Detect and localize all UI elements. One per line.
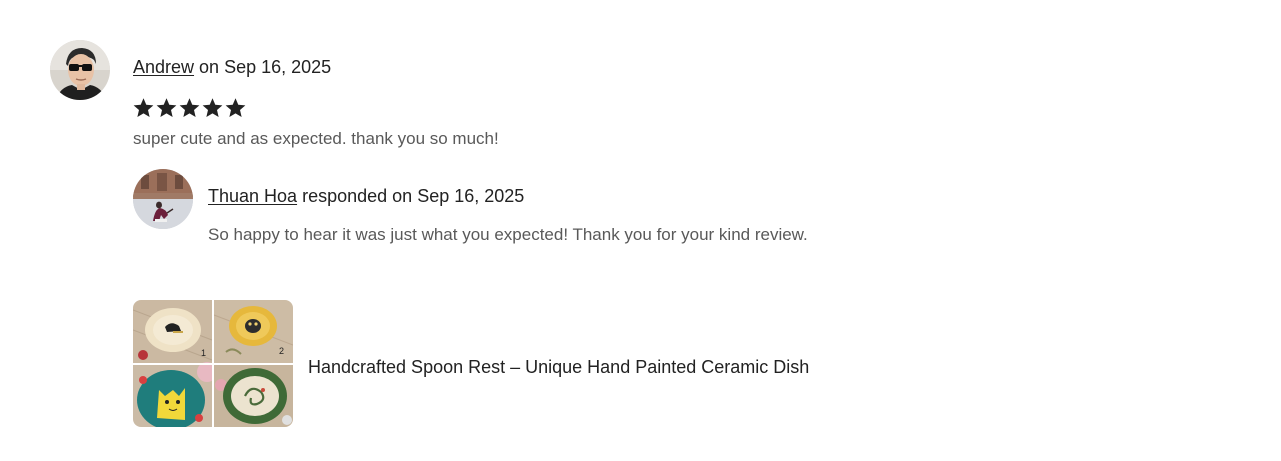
star-rating: [132, 96, 247, 124]
thumbnail-label-2: 2: [279, 346, 284, 356]
star-filled-icon: [132, 96, 155, 120]
seller-name-link[interactable]: Thuan Hoa: [208, 186, 297, 206]
reviewer-avatar-image: [50, 40, 110, 100]
reviewer-avatar[interactable]: [50, 40, 110, 100]
product-thumbnail-image: 1 2: [133, 300, 293, 427]
product-title-link[interactable]: Handcrafted Spoon Rest – Unique Hand Pai…: [308, 355, 809, 379]
thumbnail-label-1: 1: [201, 348, 206, 358]
star-filled-icon: [178, 96, 201, 120]
review-card: Andrew on Sep 16, 2025 super cute and as…: [0, 0, 1281, 461]
review-date-prefix: on: [199, 57, 220, 77]
review-header: Andrew on Sep 16, 2025: [133, 55, 331, 79]
response-header: Thuan Hoa responded on Sep 16, 2025: [208, 184, 524, 208]
seller-avatar-image: [133, 169, 193, 229]
reviewer-name-link[interactable]: Andrew: [133, 57, 194, 77]
star-filled-icon: [155, 96, 178, 120]
product-thumbnail[interactable]: 1 2: [133, 300, 293, 427]
review-date: Sep 16, 2025: [224, 57, 332, 77]
star-filled-icon: [201, 96, 224, 120]
review-text: super cute and as expected. thank you so…: [133, 129, 499, 148]
response-date-prefix: responded on: [302, 186, 413, 206]
seller-avatar[interactable]: [133, 169, 193, 229]
response-text: So happy to hear it was just what you ex…: [208, 225, 808, 244]
response-date: Sep 16, 2025: [417, 186, 525, 206]
star-filled-icon: [224, 96, 247, 120]
